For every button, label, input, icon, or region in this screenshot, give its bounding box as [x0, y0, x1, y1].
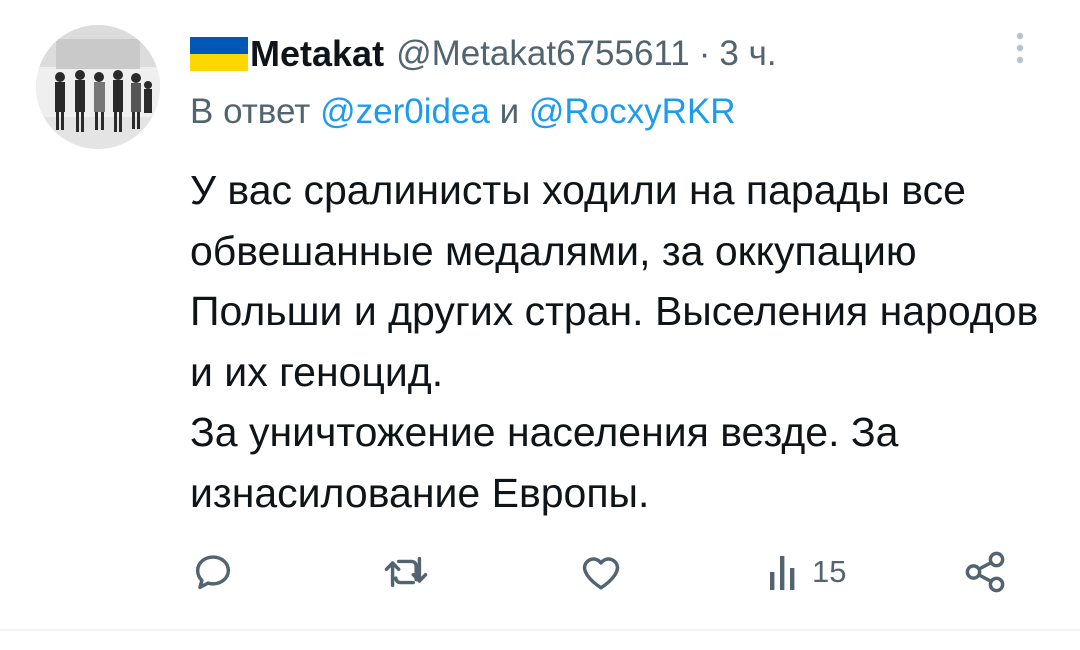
avatar-image	[36, 25, 160, 149]
tweet-header: Metakat @Metakat6755611 · 3 ч.	[190, 30, 777, 78]
reply-prefix: В ответ	[190, 92, 311, 131]
views-icon	[770, 556, 795, 590]
reply-context: В ответ @zer0idea и @RocxyRKR	[190, 92, 736, 132]
tweet[interactable]: Metakat @Metakat6755611 · 3 ч. В ответ @…	[0, 0, 1080, 650]
like-button[interactable]	[578, 542, 624, 602]
retweet-button[interactable]	[381, 542, 431, 602]
display-name[interactable]: Metakat	[250, 33, 384, 75]
mention-link[interactable]: @RocxyRKR	[529, 92, 736, 131]
reply-icon	[195, 555, 231, 590]
avatar[interactable]	[36, 25, 160, 149]
tweet-text: У вас сралинисты ходили на парады все об…	[190, 167, 1039, 516]
action-bar: 15	[0, 542, 1080, 602]
share-icon	[965, 551, 1005, 593]
like-icon	[582, 557, 620, 590]
reply-joiner: и	[499, 92, 520, 131]
ukraine-flag-icon	[190, 37, 248, 71]
retweet-icon	[384, 556, 428, 588]
timestamp[interactable]: 3 ч.	[719, 34, 776, 74]
share-button[interactable]	[962, 542, 1008, 602]
divider	[0, 629, 1080, 631]
reply-button[interactable]	[190, 542, 236, 602]
views-button[interactable]: 15	[768, 542, 846, 602]
more-options-icon[interactable]	[1008, 30, 1032, 74]
user-handle[interactable]: @Metakat6755611	[396, 34, 690, 74]
views-count: 15	[812, 554, 847, 589]
separator-dot: ·	[698, 34, 711, 73]
mention-link[interactable]: @zer0idea	[320, 92, 490, 131]
